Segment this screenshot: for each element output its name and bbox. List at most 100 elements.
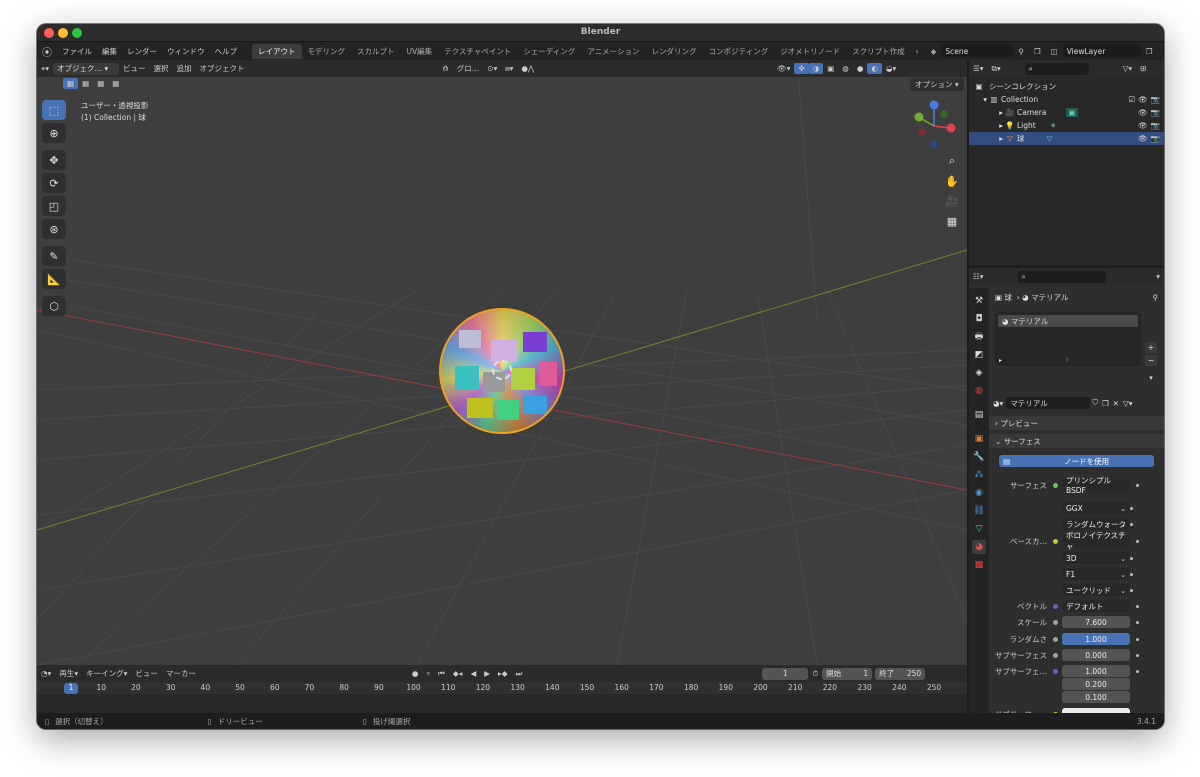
display-mode-icon[interactable]: ⧉▾ xyxy=(988,63,1005,75)
expand-arrow-icon[interactable]: ▸ xyxy=(969,108,1003,117)
checkbox-icon[interactable]: ☑ xyxy=(1128,95,1135,104)
pivot-icon[interactable]: ⊙▾ xyxy=(483,63,501,74)
jump-end-icon[interactable]: ⏭ xyxy=(512,668,527,680)
material-slot-list[interactable]: ◕ マテリアル ▸ ⠿ xyxy=(995,312,1141,366)
stopwatch-icon[interactable]: ⏱ xyxy=(808,668,822,680)
browse-material-icon[interactable]: ◕▾ xyxy=(993,399,1003,408)
keyframe-dot-icon[interactable] xyxy=(1136,653,1139,657)
play-reverse-icon[interactable]: ◀ xyxy=(466,668,480,679)
marker-menu[interactable]: マーカー xyxy=(162,667,200,680)
jump-start-icon[interactable]: ⏮ xyxy=(434,668,449,680)
navigation-gizmo[interactable] xyxy=(910,100,956,150)
number-field[interactable]: 1.000 xyxy=(1062,633,1130,645)
select-new-icon[interactable]: ▦ xyxy=(63,78,79,89)
snap-icon[interactable]: ⩎▾ xyxy=(501,63,517,75)
tool-tab-icon[interactable]: ⚒ xyxy=(972,294,986,308)
tab-uv-editing[interactable]: UV編集 xyxy=(401,44,439,59)
scale-tool[interactable]: ◰ xyxy=(42,196,66,216)
socket-icon[interactable] xyxy=(1053,636,1058,642)
annotate-tool[interactable]: ✎ xyxy=(42,246,66,266)
data-tab-icon[interactable]: ▽ xyxy=(972,522,986,536)
menu-file[interactable]: ファイル xyxy=(57,46,97,57)
number-field[interactable]: 0.100 xyxy=(1062,691,1130,703)
number-field[interactable]: 1.000 xyxy=(1062,665,1130,677)
socket-icon[interactable] xyxy=(1053,538,1058,544)
next-key-icon[interactable]: ▸◆ xyxy=(494,668,512,679)
outliner-collection[interactable]: ▾ ▥ Collection ☑ 👁 📷 xyxy=(969,93,1164,106)
select-box-tool[interactable]: ⬚ xyxy=(42,100,66,120)
keyframe-dot-icon[interactable] xyxy=(1136,637,1139,641)
3d-cursor-icon[interactable] xyxy=(492,360,512,380)
proportional-edit-icon[interactable]: ●⋀ xyxy=(517,63,538,74)
output-tab-icon[interactable]: 🖶 xyxy=(972,330,986,344)
slot-specials-icon[interactable]: ▾ xyxy=(1145,374,1157,382)
menu-edit[interactable]: 編集 xyxy=(97,46,122,57)
fake-user-icon[interactable]: ⛉ xyxy=(1090,398,1100,408)
tab-animation[interactable]: アニメーション xyxy=(581,44,645,59)
keyframe-dot-icon[interactable] xyxy=(1130,588,1134,592)
tab-compositing[interactable]: コンポジティング xyxy=(703,44,775,59)
menu-help[interactable]: ヘルプ xyxy=(210,46,243,57)
outliner-item-light[interactable]: ▸ 💡 Light ☀ 👁 📷 xyxy=(969,119,1164,132)
tab-modeling[interactable]: モデリング xyxy=(302,44,352,59)
number-field[interactable]: 0.000 xyxy=(1062,649,1130,661)
keyframe-dot-icon[interactable] xyxy=(1130,572,1134,576)
scene-field[interactable]: Scene xyxy=(941,45,1014,57)
perspective-grid-icon[interactable]: ▦ xyxy=(942,212,962,230)
texture-tab-icon[interactable]: ▩ xyxy=(972,558,986,572)
view-layer-field[interactable]: ViewLayer xyxy=(1062,45,1141,57)
rotate-tool[interactable]: ⟳ xyxy=(42,173,66,193)
outliner-item-sphere[interactable]: ▸ ▽ 球 ▽ 👁 📷 xyxy=(969,132,1164,145)
socket-icon[interactable] xyxy=(1053,482,1058,488)
outliner-item-camera[interactable]: ▸ 🎥 Camera ▣ 👁 📷 xyxy=(969,106,1164,119)
play-icon[interactable]: ▶ xyxy=(480,668,494,679)
physics-tab-icon[interactable]: ◉ xyxy=(972,486,986,500)
end-frame-field[interactable]: 終了 250 xyxy=(875,667,926,680)
menu-render[interactable]: レンダー xyxy=(122,46,162,57)
playback-menu[interactable]: 再生▾ xyxy=(55,667,82,680)
select-menu[interactable]: 選択 xyxy=(150,62,173,75)
pan-hand-icon[interactable]: ✋ xyxy=(942,172,962,190)
material-slot[interactable]: ◕ マテリアル xyxy=(998,315,1138,327)
prev-key-icon[interactable]: ◆◂ xyxy=(449,668,467,679)
socket-icon[interactable] xyxy=(1053,603,1058,609)
tab-layout[interactable]: レイアウト xyxy=(252,43,302,59)
outliner-editor-icon[interactable]: ☰▾ xyxy=(969,63,988,74)
keyframe-dot-icon[interactable] xyxy=(1136,604,1139,608)
cursor-tool[interactable]: ⊕ xyxy=(42,123,66,143)
node-link-icon[interactable]: ▽▾ xyxy=(1121,399,1135,408)
unlink-icon[interactable]: ✕ xyxy=(1111,399,1121,408)
object-tab-icon[interactable]: ▣ xyxy=(972,432,986,446)
shading-material-icon[interactable]: ◐ xyxy=(867,63,882,74)
start-frame-field[interactable]: 開始 1 xyxy=(822,667,873,680)
select-subtract-icon[interactable]: ▦ xyxy=(93,78,108,89)
tab-geometry-nodes[interactable]: ジオメトリノード xyxy=(774,44,846,59)
list-resize-handle[interactable]: ⠿ xyxy=(1065,357,1069,364)
playhead-frame[interactable]: 1 xyxy=(64,683,78,694)
render-camera-icon[interactable]: 📷 xyxy=(1151,95,1164,104)
shading-rendered-icon[interactable]: ◒▾ xyxy=(882,63,900,74)
shading-wireframe-icon[interactable]: ◍ xyxy=(838,63,853,74)
socket-icon[interactable] xyxy=(1053,652,1058,658)
scroll-tabs-icon[interactable]: ‹ xyxy=(911,47,924,56)
pin-icon[interactable]: ⚲ xyxy=(1153,293,1165,302)
mesh-data-icon[interactable]: ▽ xyxy=(1047,134,1053,143)
move-tool[interactable]: ✥ xyxy=(42,150,66,170)
eye-icon[interactable]: 👁 xyxy=(1135,95,1151,104)
camera-data-icon[interactable]: ▣ xyxy=(1066,108,1078,117)
keying-menu[interactable]: キーイング▾ xyxy=(82,667,131,680)
tab-rendering[interactable]: レンダリング xyxy=(646,44,703,59)
overlay-icon[interactable]: ◑ xyxy=(808,63,824,74)
keyframe-dot-icon[interactable] xyxy=(1130,522,1134,526)
zoom-icon[interactable]: ⌕ xyxy=(942,152,962,170)
render-camera-icon[interactable]: 📷 xyxy=(1151,134,1164,143)
properties-options-icon[interactable]: ▾ xyxy=(1152,271,1164,282)
add-cube-tool[interactable]: ⬡ xyxy=(42,296,66,316)
outliner-scene-collection[interactable]: ▣ シーンコレクション xyxy=(969,80,1164,93)
link-field[interactable]: ボロノイテクスチャ xyxy=(1062,531,1130,551)
socket-icon[interactable] xyxy=(1053,619,1058,625)
number-field[interactable]: 7.600 xyxy=(1062,616,1130,628)
collection-tab-icon[interactable]: ▤ xyxy=(972,408,986,422)
keyframe-dot-icon[interactable] xyxy=(1130,556,1134,560)
keyframe-dot-icon[interactable] xyxy=(1136,539,1139,543)
